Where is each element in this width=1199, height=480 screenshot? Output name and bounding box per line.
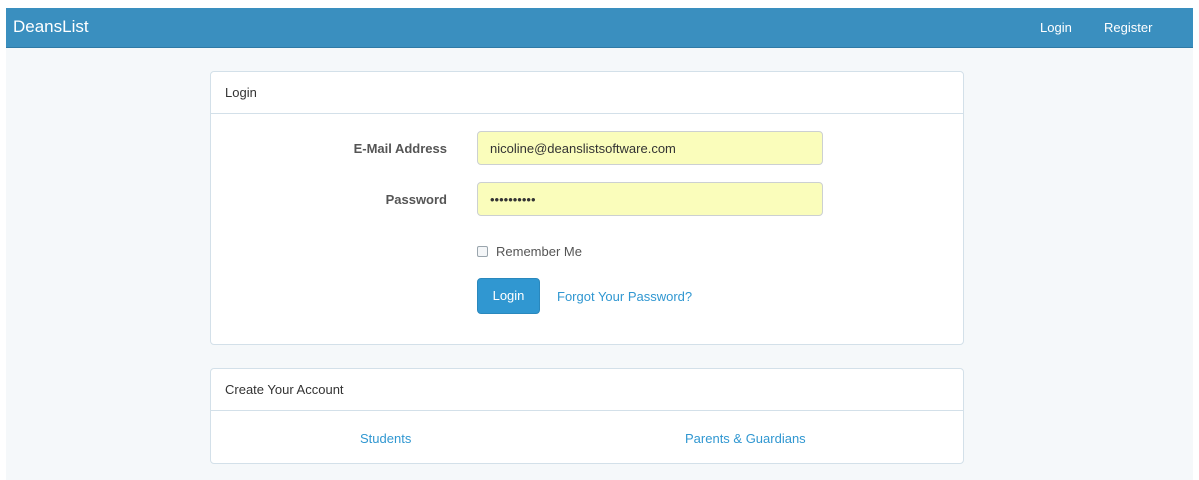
navbar: DeansList Login Register: [6, 8, 1193, 48]
login-panel-heading: Login: [211, 72, 963, 114]
brand-logo[interactable]: DeansList: [13, 17, 89, 37]
login-panel: Login E-Mail Address Password Remember M…: [210, 71, 964, 345]
remember-me-checkbox[interactable]: [477, 246, 488, 257]
email-input[interactable]: [477, 131, 823, 165]
login-button[interactable]: Login: [477, 278, 540, 314]
email-label: E-Mail Address: [353, 141, 447, 156]
password-label: Password: [385, 192, 447, 207]
students-link[interactable]: Students: [360, 431, 411, 446]
nav-login-link[interactable]: Login: [1040, 20, 1072, 35]
create-account-panel: Create Your Account Students Parents & G…: [210, 368, 964, 464]
create-account-heading: Create Your Account: [211, 369, 963, 411]
password-input[interactable]: [477, 182, 823, 216]
parents-guardians-link[interactable]: Parents & Guardians: [685, 431, 806, 446]
remember-me-label[interactable]: Remember Me: [496, 244, 582, 259]
forgot-password-link[interactable]: Forgot Your Password?: [557, 289, 692, 304]
remember-me-row: Remember Me: [477, 244, 582, 259]
page-frame: DeansList Login Register Login E-Mail Ad…: [6, 8, 1193, 480]
nav-register-link[interactable]: Register: [1104, 20, 1152, 35]
